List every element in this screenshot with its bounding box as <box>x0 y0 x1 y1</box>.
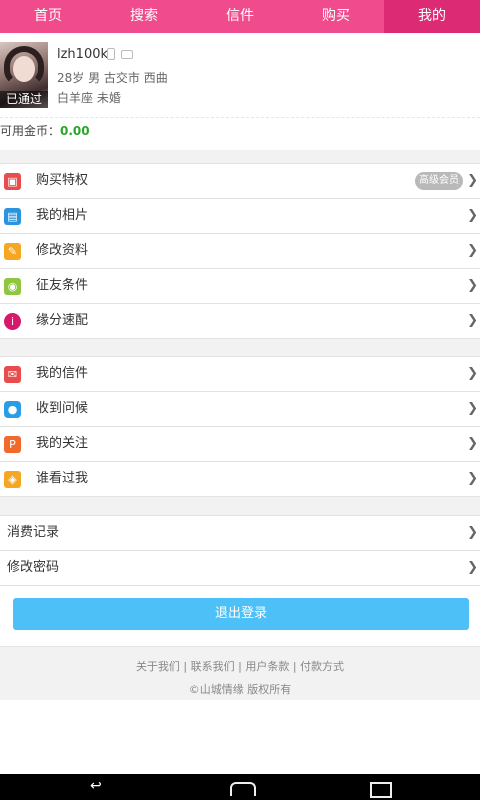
home-icon[interactable] <box>230 782 256 796</box>
photo-icon: ▤ <box>4 208 21 225</box>
section-gap <box>0 339 480 356</box>
menu-row-label: 征友条件 <box>36 278 89 293</box>
avatar[interactable]: 已通过 <box>0 42 48 108</box>
chevron-right-icon: ❯ <box>467 243 478 258</box>
menu-row[interactable]: ◉ 征友条件 ❯ <box>0 269 480 304</box>
menu-group-3: 消费记录 ❯ 修改密码 ❯ <box>0 515 480 586</box>
menu-row[interactable]: ▣ 购买特权 高级会员 ❯ <box>0 163 480 199</box>
chevron-right-icon: ❯ <box>467 401 478 416</box>
chevron-right-icon: ❯ <box>467 471 478 486</box>
menu-row-label: 我的关注 <box>36 436 89 451</box>
menu-row[interactable]: ✎ 修改资料 ❯ <box>0 234 480 269</box>
profile-details: 28岁 男 古交市 西曲 <box>57 71 168 85</box>
footer-link-about[interactable]: 关于我们 <box>136 660 180 673</box>
gift-icon: ▣ <box>4 173 21 190</box>
chevron-right-icon: ❯ <box>467 313 478 328</box>
coins-value: 0.00 <box>60 124 90 138</box>
system-nav-bar: ↩ <box>0 774 480 800</box>
tab-buy[interactable]: 购买 <box>288 0 384 33</box>
menu-group-2: ✉ 我的信件 ❯ ● 收到问候 ❯ P 我的关注 ❯ ◈ 谁看过我 ❯ <box>0 356 480 497</box>
menu-row[interactable]: ▤ 我的相片 ❯ <box>0 199 480 234</box>
info-icon: i <box>4 313 21 330</box>
footer: 关于我们 | 联系我们 | 用户条款 | 付款方式 ©山城情缘 版权所有 <box>0 646 480 700</box>
mail-verify-icon <box>121 50 133 59</box>
mail-icon: ✉ <box>4 366 21 383</box>
menu-row[interactable]: 消费记录 ❯ <box>0 515 480 551</box>
recent-apps-icon[interactable] <box>370 782 392 798</box>
menu-row-label: 缘分速配 <box>36 313 89 328</box>
menu-row[interactable]: i 缘分速配 ❯ <box>0 304 480 339</box>
menu-row-label: 我的相片 <box>36 208 89 223</box>
membership-tag: 高级会员 <box>415 172 463 190</box>
menu-row[interactable]: 修改密码 ❯ <box>0 551 480 586</box>
chevron-right-icon: ❯ <box>467 366 478 381</box>
chevron-right-icon: ❯ <box>467 208 478 223</box>
top-nav: 首页 搜索 信件 购买 我的 <box>0 0 480 33</box>
menu-row[interactable]: P 我的关注 ❯ <box>0 427 480 462</box>
coins-balance: 可用金币：0.00 <box>0 117 480 151</box>
chat-icon: ◉ <box>4 278 21 295</box>
tab-mine[interactable]: 我的 <box>384 0 480 33</box>
follow-icon: P <box>4 436 21 453</box>
footer-link-contact[interactable]: 联系我们 <box>191 660 235 673</box>
profile-card: 已通过 lzh100k 28岁 男 古交市 西曲 白羊座 未婚 <box>0 33 480 117</box>
menu-row-label: 我的信件 <box>36 366 89 381</box>
menu-row[interactable]: ✉ 我的信件 ❯ <box>0 356 480 392</box>
profile-username: lzh100k <box>57 47 109 62</box>
logout-button[interactable]: 退出登录 <box>13 598 469 630</box>
chevron-right-icon: ❯ <box>467 525 478 540</box>
edit-icon: ✎ <box>4 243 21 260</box>
menu-row-label: 消费记录 <box>7 525 60 540</box>
avatar-face <box>13 56 35 82</box>
bubble-icon: ● <box>4 401 21 418</box>
tab-home[interactable]: 首页 <box>0 0 96 33</box>
menu-row[interactable]: ◈ 谁看过我 ❯ <box>0 462 480 497</box>
menu-group-1: ▣ 购买特权 高级会员 ❯ ▤ 我的相片 ❯ ✎ 修改资料 ❯ ◉ 征友条件 ❯ i 缘分速配 ❯ <box>0 163 480 339</box>
back-icon[interactable]: ↩ <box>90 778 102 794</box>
phone-icon <box>107 48 115 60</box>
footer-link-payment[interactable]: 付款方式 <box>300 660 344 673</box>
footer-link-terms[interactable]: 用户条款 <box>245 660 289 673</box>
menu-row-label: 购买特权 <box>36 173 89 188</box>
section-gap <box>0 497 480 515</box>
verification-icons <box>107 48 133 60</box>
chevron-right-icon: ❯ <box>467 560 478 575</box>
chevron-right-icon: ❯ <box>467 436 478 451</box>
tab-letters[interactable]: 信件 <box>192 0 288 33</box>
menu-row[interactable]: ● 收到问候 ❯ <box>0 392 480 427</box>
coins-label: 可用金币： <box>0 124 61 138</box>
profile-sign-status: 白羊座 未婚 <box>57 91 121 105</box>
tab-search[interactable]: 搜索 <box>96 0 192 33</box>
section-gap <box>0 150 480 163</box>
menu-row-label: 修改资料 <box>36 243 89 258</box>
avatar-status-badge: 已通过 <box>0 91 48 108</box>
chevron-right-icon: ❯ <box>467 173 478 188</box>
chevron-right-icon: ❯ <box>467 278 478 293</box>
menu-row-label: 谁看过我 <box>36 471 89 486</box>
footer-links: 关于我们 | 联系我们 | 用户条款 | 付款方式 <box>135 660 345 673</box>
visitor-icon: ◈ <box>4 471 21 488</box>
footer-copyright: ©山城情缘 版权所有 <box>188 683 292 696</box>
menu-row-label: 修改密码 <box>7 560 60 575</box>
menu-row-label: 收到问候 <box>36 401 89 416</box>
